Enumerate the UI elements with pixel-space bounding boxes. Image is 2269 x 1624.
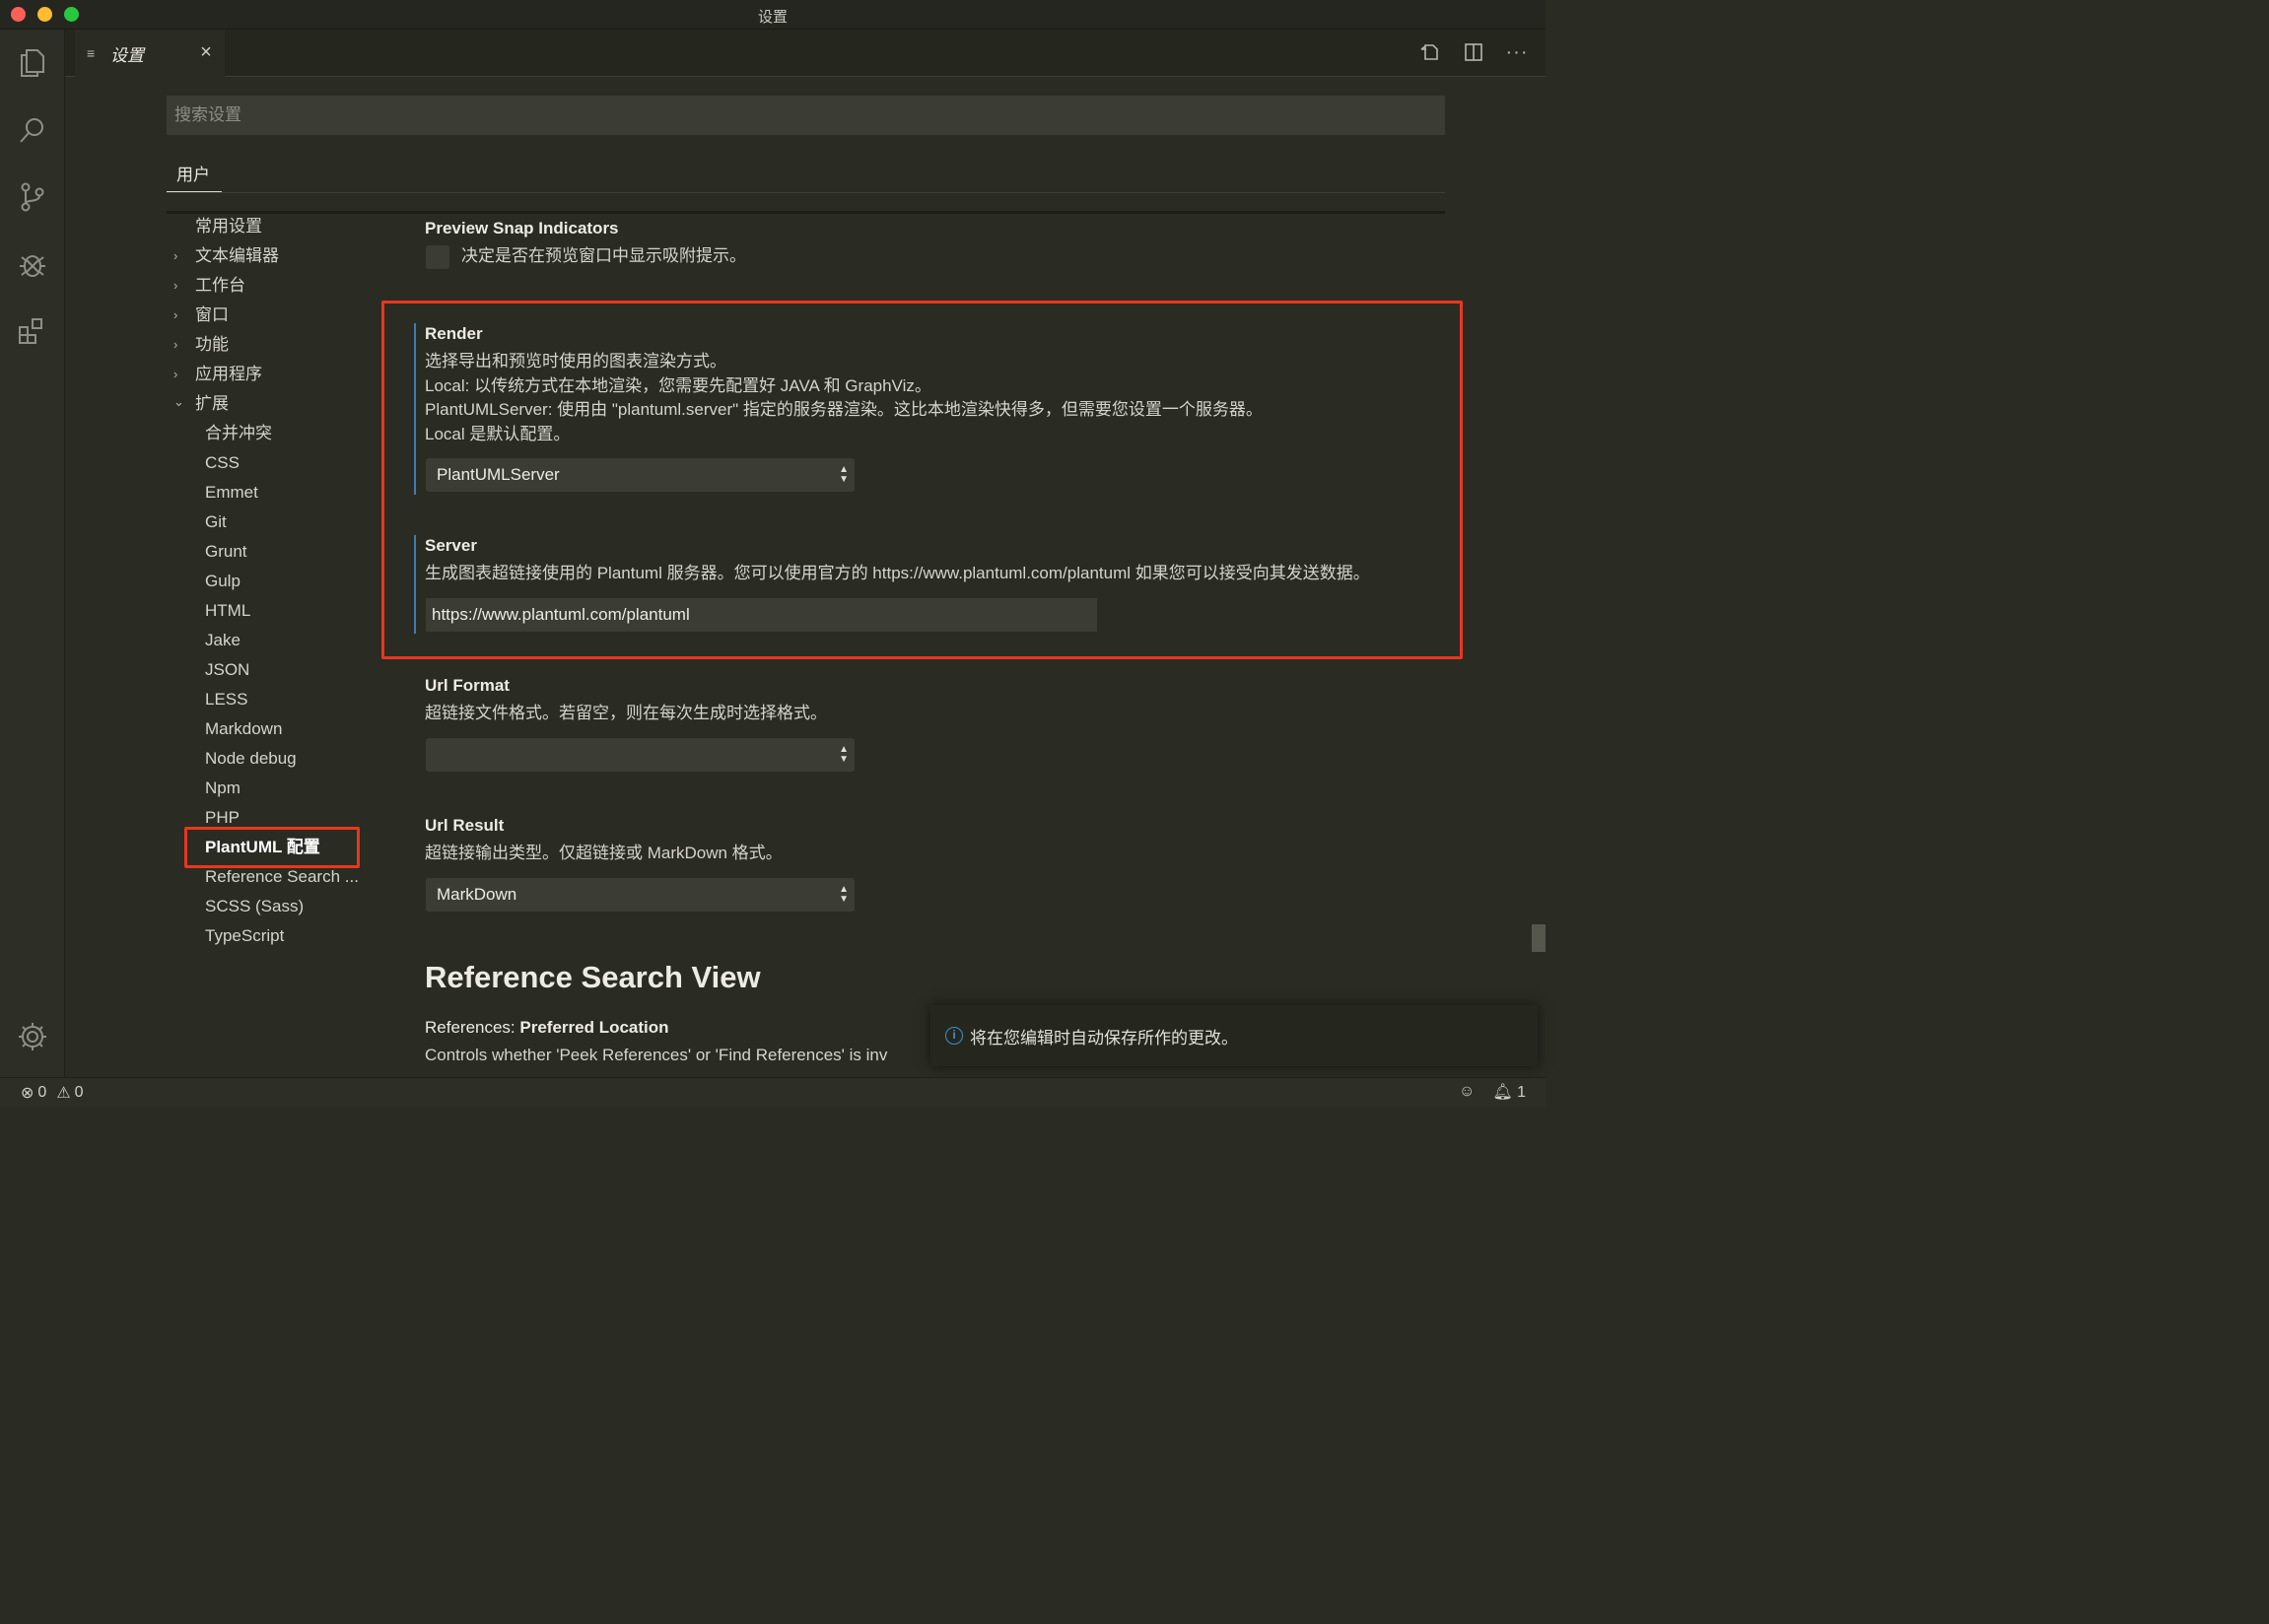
toc-item-gulp[interactable]: Gulp: [205, 567, 241, 596]
notification-text: 将在您编辑时自动保存所作的更改。: [970, 1028, 1238, 1048]
toc-item-html[interactable]: HTML: [205, 596, 250, 626]
settings-annotation-box: [381, 301, 1463, 659]
setting-title-url-format: Url Format: [425, 676, 510, 695]
toc-item[interactable]: › 功能: [173, 330, 229, 360]
open-settings-json-icon[interactable]: [1417, 39, 1443, 65]
search-icon[interactable]: [13, 110, 52, 150]
toc-item-typescript[interactable]: TypeScript: [205, 921, 284, 951]
toc-item-markdown[interactable]: Markdown: [205, 714, 282, 744]
toc-item-scss[interactable]: SCSS (Sass): [205, 892, 304, 921]
toc-item-label: 功能: [195, 335, 229, 354]
scrollbar-thumb[interactable]: [1532, 924, 1546, 952]
window-title: 设置: [757, 9, 788, 26]
url-result-select[interactable]: MarkDown ▲ ▼: [426, 878, 855, 912]
gear-icon[interactable]: [13, 1017, 52, 1056]
setting-desc-url-format: 超链接文件格式。若留空，则在每次生成时选择格式。: [425, 704, 827, 722]
chevron-right-icon: ›: [173, 278, 178, 293]
warning-count: 0: [74, 1084, 84, 1101]
setting-title-url-result: Url Result: [425, 816, 505, 835]
preview-snap-checkbox[interactable]: [426, 245, 449, 269]
error-icon: ⊗: [21, 1085, 34, 1102]
more-actions-icon[interactable]: ···: [1504, 39, 1530, 65]
toc-item-label: 工作台: [195, 276, 245, 295]
tab-user-settings[interactable]: 用户: [167, 158, 222, 193]
toc-item[interactable]: 常用设置: [195, 212, 262, 241]
close-icon[interactable]: ×: [195, 41, 217, 63]
toc-item[interactable]: › 应用程序: [173, 360, 262, 389]
warning-icon: ⚠: [56, 1085, 71, 1102]
chevron-right-icon: ›: [173, 367, 178, 381]
tab-settings[interactable]: ≡ 设置 ×: [75, 30, 225, 77]
feedback-smiley-icon[interactable]: ☺: [1459, 1083, 1475, 1101]
setting-desc-url-result: 超链接输出类型。仅超链接或 MarkDown 格式。: [425, 844, 783, 862]
activity-bar: [0, 30, 65, 1077]
tab-label: 设置: [110, 45, 144, 65]
chevron-right-icon: ›: [173, 248, 178, 263]
source-control-icon[interactable]: [13, 177, 52, 217]
select-arrows-icon: ▲ ▼: [839, 884, 849, 905]
chevron-right-icon: ›: [173, 307, 178, 322]
explorer-icon[interactable]: [13, 43, 52, 83]
toc-item-jake[interactable]: Jake: [205, 626, 241, 655]
setting-name: Preferred Location: [519, 1018, 669, 1037]
notifications-indicator[interactable]: 🔔︎ 1: [1492, 1082, 1526, 1102]
toc-item-label: 常用设置: [195, 217, 262, 236]
status-bar: ⊗ 0 ⚠ 0 ☺ 🔔︎ 1: [0, 1077, 1546, 1107]
bell-icon: 🔔︎: [1492, 1084, 1513, 1101]
toc-item[interactable]: › 文本编辑器: [173, 241, 279, 271]
toc-item[interactable]: › 窗口: [173, 301, 229, 330]
toc-item-merge-conflict[interactable]: 合并冲突: [205, 419, 272, 448]
chevron-right-icon: ›: [173, 337, 178, 352]
toc-item-label: 窗口: [195, 305, 229, 324]
toc-item-label: 扩展: [195, 394, 229, 413]
toc-item-less[interactable]: LESS: [205, 685, 247, 714]
split-editor-icon[interactable]: [1461, 39, 1486, 65]
notification-toast[interactable]: i 将在您编辑时自动保存所作的更改。: [930, 1005, 1538, 1066]
toc-item-emmet[interactable]: Emmet: [205, 478, 258, 508]
search-settings-input[interactable]: [167, 96, 1445, 135]
section-heading: Reference Search View: [425, 960, 761, 994]
setting-category: References:: [425, 1018, 520, 1037]
toc-item-json[interactable]: JSON: [205, 655, 249, 685]
toc-item-npm[interactable]: Npm: [205, 774, 241, 803]
problems-indicator[interactable]: ⊗ 0 ⚠ 0: [21, 1083, 84, 1103]
toc-item-label: 应用程序: [195, 365, 262, 383]
select-arrows-icon: ▲ ▼: [839, 744, 849, 765]
title-bar: 设置: [0, 0, 1546, 30]
setting-title-preview-snap: Preview Snap Indicators: [425, 219, 619, 237]
toc-item-node-debug[interactable]: Node debug: [205, 744, 297, 774]
toc-item[interactable]: › 工作台: [173, 271, 245, 301]
debug-icon[interactable]: [13, 244, 52, 284]
setting-title-references: References: Preferred Location: [425, 1018, 669, 1038]
error-count: 0: [37, 1084, 47, 1101]
toc-item-grunt[interactable]: Grunt: [205, 537, 247, 567]
chevron-down-icon: ⌄: [173, 394, 184, 409]
scope-divider: [167, 192, 1445, 193]
toc-item-label: 文本编辑器: [195, 246, 279, 265]
editor-tab-bar: ≡ 设置 × ···: [65, 30, 1546, 77]
info-icon: i: [945, 1027, 963, 1045]
content-shadow: [167, 211, 1445, 214]
setting-desc-references: Controls whether 'Peek References' or 'F…: [425, 1046, 888, 1064]
setting-desc-preview-snap: 决定是否在预览窗口中显示吸附提示。: [461, 246, 746, 265]
lines-icon: ≡: [87, 45, 96, 61]
url-format-select[interactable]: ▲ ▼: [426, 738, 855, 772]
url-result-select-value: MarkDown: [437, 885, 517, 904]
toc-item-git[interactable]: Git: [205, 508, 227, 537]
toc-annotation-box: [184, 827, 360, 868]
editor-actions: ···: [1417, 39, 1530, 65]
notification-count: 1: [1517, 1084, 1526, 1101]
extensions-icon[interactable]: [13, 311, 52, 351]
toc-item-css[interactable]: CSS: [205, 448, 240, 478]
toc-item[interactable]: ⌄ 扩展: [173, 389, 229, 419]
